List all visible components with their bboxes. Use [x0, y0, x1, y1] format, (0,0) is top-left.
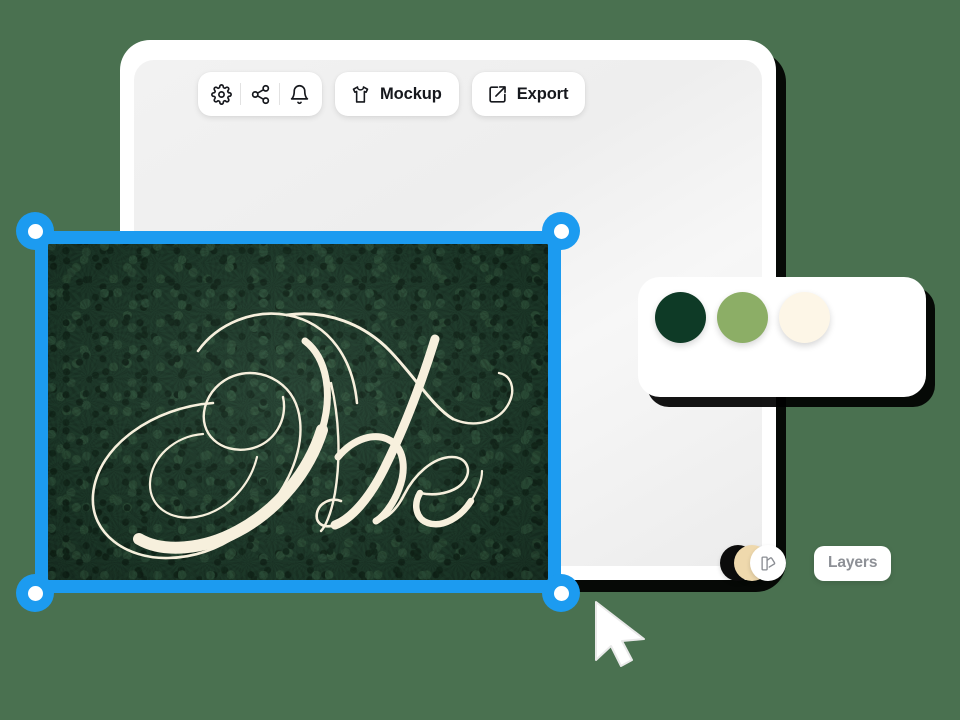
toolbar-icon-group	[198, 72, 322, 116]
share-icon	[251, 84, 269, 104]
resize-handle-bottom-left[interactable]	[16, 574, 54, 612]
bell-icon	[290, 84, 308, 104]
editor-toolbar: Mockup Export	[198, 72, 586, 116]
settings-button[interactable]	[202, 72, 240, 116]
settings-icon	[210, 83, 232, 105]
export-button-label: Export	[516, 84, 569, 103]
palette-swatch-icon	[760, 555, 775, 571]
layers-button[interactable]: Layers	[814, 545, 892, 581]
external-link-icon	[489, 85, 506, 103]
artwork-script-lettering	[91, 312, 514, 560]
export-button[interactable]: Export	[471, 72, 586, 116]
notifications-button[interactable]	[280, 72, 318, 116]
resize-handle-bottom-right[interactable]	[542, 574, 580, 612]
screenshot-stage: Mockup Export Layers	[0, 0, 960, 720]
color-swatch-row	[655, 292, 830, 343]
avatar-palette[interactable]	[750, 545, 786, 581]
swatch-sage-green[interactable]	[717, 292, 768, 343]
mockup-button-label: Mockup	[380, 84, 442, 103]
mouse-cursor	[588, 598, 658, 670]
share-button[interactable]	[241, 72, 279, 116]
swatch-dark-green[interactable]	[655, 292, 706, 343]
selected-artboard[interactable]	[16, 212, 580, 612]
tshirt-icon	[352, 85, 369, 103]
resize-handle-top-right[interactable]	[542, 212, 580, 250]
avatar-stack	[720, 545, 788, 581]
resize-handle-top-left[interactable]	[16, 212, 54, 250]
layers-button-label: Layers	[828, 554, 878, 571]
cursor-arrow-icon	[595, 601, 645, 667]
mockup-button[interactable]: Mockup	[335, 72, 459, 116]
artboard-artwork[interactable]	[35, 231, 561, 593]
bottom-toolbar-cluster: Layers	[720, 545, 892, 581]
swatch-cream[interactable]	[779, 292, 830, 343]
color-palette-panel	[638, 277, 926, 397]
